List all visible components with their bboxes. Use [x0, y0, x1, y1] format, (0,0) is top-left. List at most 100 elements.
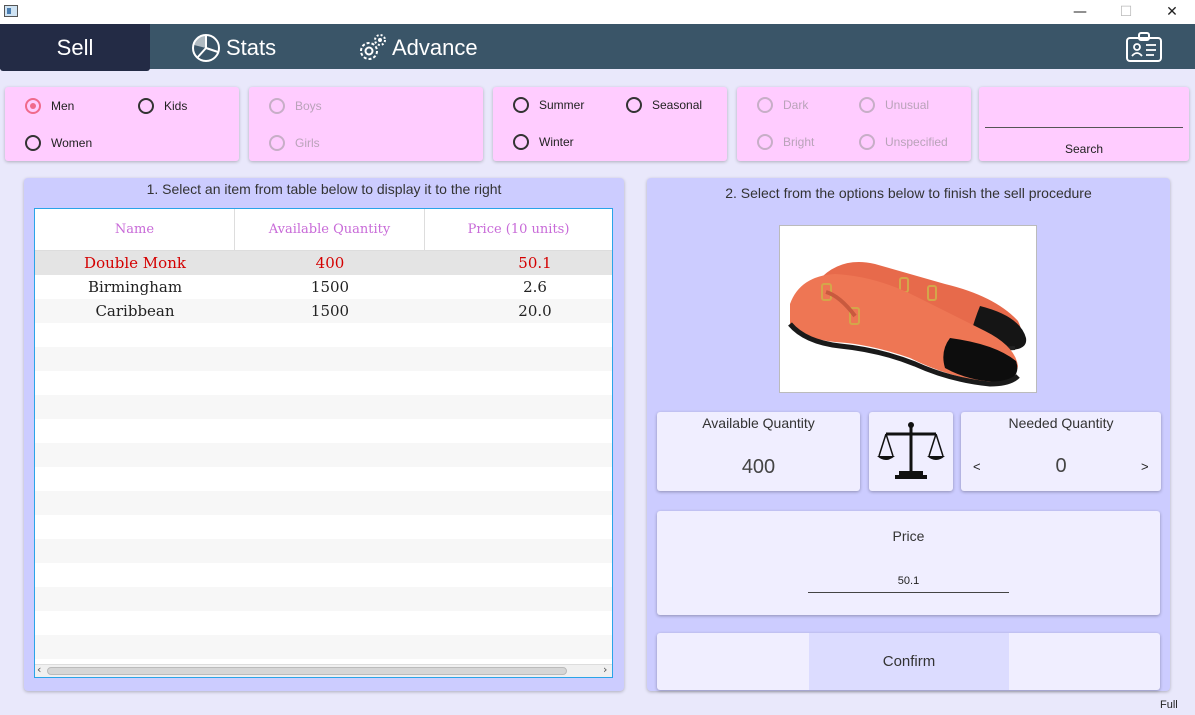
cell-name: Birmingham — [87, 278, 183, 296]
available-quantity-card: Available Quantity 400 — [657, 412, 860, 491]
radio-dark: Dark — [757, 97, 808, 113]
radio-kids-dot[interactable] — [138, 98, 154, 114]
radio-unspecified: Unspecified — [859, 134, 948, 150]
radio-men-dot[interactable] — [25, 98, 41, 114]
scale-button[interactable] — [869, 412, 953, 491]
radio-unusual-label: Unusual — [885, 98, 930, 112]
minimize-button[interactable]: — — [1057, 0, 1103, 24]
window-titlebar: — ☐ ✕ — [0, 0, 1195, 24]
gender-filter-panel: Men Kids Women — [5, 87, 239, 161]
shade-filter-panel: Dark Unusual Bright Unspecified — [737, 87, 971, 161]
radio-girls: Girls — [269, 135, 320, 151]
empty-row — [35, 443, 612, 467]
tab-advance-label: Advance — [392, 34, 478, 60]
search-panel: Search — [979, 87, 1189, 161]
price-input[interactable] — [808, 569, 1009, 593]
cell-name: Caribbean — [95, 302, 175, 320]
radio-summer-dot[interactable] — [513, 97, 529, 113]
tab-advance[interactable]: Advance — [356, 24, 496, 71]
empty-row — [35, 371, 612, 395]
radio-kids-label: Kids — [164, 99, 188, 113]
status-label: Full — [1160, 699, 1178, 711]
cell-price: 2.6 — [523, 278, 547, 296]
confirm-button[interactable]: Confirm — [809, 633, 1009, 690]
table-row[interactable]: Caribbean 1500 20.0 — [35, 299, 612, 323]
radio-women-dot[interactable] — [25, 135, 41, 151]
item-table[interactable]: Name Available Quantity Price (10 units)… — [34, 208, 613, 678]
radio-winter-label: Winter — [539, 135, 574, 149]
maximize-button[interactable]: ☐ — [1103, 0, 1149, 24]
radio-bright: Bright — [757, 134, 814, 150]
season-filter-panel: Summer Seasonal Winter — [493, 87, 727, 161]
table-row[interactable]: Double Monk 400 50.1 — [35, 251, 612, 275]
radio-boys-label: Boys — [295, 99, 322, 113]
search-underline — [985, 127, 1183, 128]
cell-quantity: 1500 — [310, 302, 350, 320]
cell-quantity: 1500 — [310, 278, 350, 296]
radio-bright-dot — [757, 134, 773, 150]
product-image — [779, 225, 1037, 393]
confirm-card: Confirm — [657, 633, 1160, 690]
column-header-name[interactable]: Name — [35, 209, 235, 251]
empty-row — [35, 563, 612, 587]
cell-price: 50.1 — [518, 254, 552, 272]
item-table-panel: 1. Select an item from table below to di… — [24, 178, 624, 691]
scrollbar-thumb[interactable] — [47, 667, 567, 675]
scroll-left-icon[interactable]: ‹ — [37, 663, 41, 676]
radio-kids[interactable]: Kids — [138, 98, 187, 114]
radio-seasonal-dot[interactable] — [626, 97, 642, 113]
radio-summer[interactable]: Summer — [513, 97, 584, 113]
empty-row — [35, 611, 612, 635]
id-card-icon[interactable] — [1124, 30, 1164, 64]
scale-icon — [877, 422, 945, 479]
column-header-quantity[interactable]: Available Quantity — [235, 209, 425, 251]
search-label: Search — [1064, 142, 1104, 156]
radio-seasonal[interactable]: Seasonal — [626, 97, 702, 113]
empty-row — [35, 635, 612, 659]
empty-row — [35, 395, 612, 419]
radio-boys-dot — [269, 98, 285, 114]
item-table-title: 1. Select an item from table below to di… — [146, 181, 502, 197]
radio-winter[interactable]: Winter — [513, 134, 574, 150]
needed-quantity-value[interactable]: 0 — [961, 455, 1161, 478]
scroll-right-icon[interactable]: › — [603, 663, 607, 676]
needed-quantity-card: Needed Quantity < 0 > — [961, 412, 1161, 491]
radio-men[interactable]: Men — [25, 98, 74, 114]
column-header-price[interactable]: Price (10 units) — [425, 209, 612, 251]
radio-women[interactable]: Women — [25, 135, 92, 151]
table-body: Double Monk 400 50.1 Birmingham 1500 2.6… — [35, 251, 612, 663]
empty-row — [35, 467, 612, 491]
increase-quantity-button[interactable]: > — [1141, 459, 1149, 474]
nav-bar: Sell Stats Advance — [0, 24, 1195, 71]
tab-stats-label: Stats — [226, 34, 277, 60]
search-input[interactable] — [985, 101, 1183, 125]
empty-row — [35, 419, 612, 443]
available-quantity-value: 400 — [741, 456, 776, 478]
radio-unspecified-label: Unspecified — [885, 135, 948, 149]
radio-girls-dot — [269, 135, 285, 151]
tab-sell[interactable]: Sell — [0, 24, 150, 71]
radio-unspecified-dot — [859, 134, 875, 150]
empty-row — [35, 347, 612, 371]
sell-options-panel: 2. Select from the options below to fini… — [647, 178, 1170, 691]
radio-unusual-dot — [859, 97, 875, 113]
radio-bright-label: Bright — [783, 135, 815, 149]
radio-dark-label: Dark — [783, 98, 809, 112]
empty-row — [35, 491, 612, 515]
horizontal-scrollbar[interactable]: ‹ › — [35, 663, 612, 677]
sell-options-title: 2. Select from the options below to fini… — [725, 185, 1092, 201]
kids-filter-panel: Boys Girls — [249, 87, 483, 161]
double-monk-shoe-image — [788, 262, 1027, 387]
price-card: Price — [657, 511, 1160, 615]
empty-row — [35, 515, 612, 539]
tab-sell-label: Sell — [56, 34, 94, 60]
radio-winter-dot[interactable] — [513, 134, 529, 150]
table-header: Name Available Quantity Price (10 units) — [35, 209, 612, 251]
empty-row — [35, 587, 612, 611]
close-button[interactable]: ✕ — [1149, 0, 1195, 24]
radio-girls-label: Girls — [295, 136, 320, 150]
table-row[interactable]: Birmingham 1500 2.6 — [35, 275, 612, 299]
empty-row — [35, 539, 612, 563]
tab-stats[interactable]: Stats — [190, 24, 300, 71]
cell-quantity: 400 — [315, 254, 345, 272]
